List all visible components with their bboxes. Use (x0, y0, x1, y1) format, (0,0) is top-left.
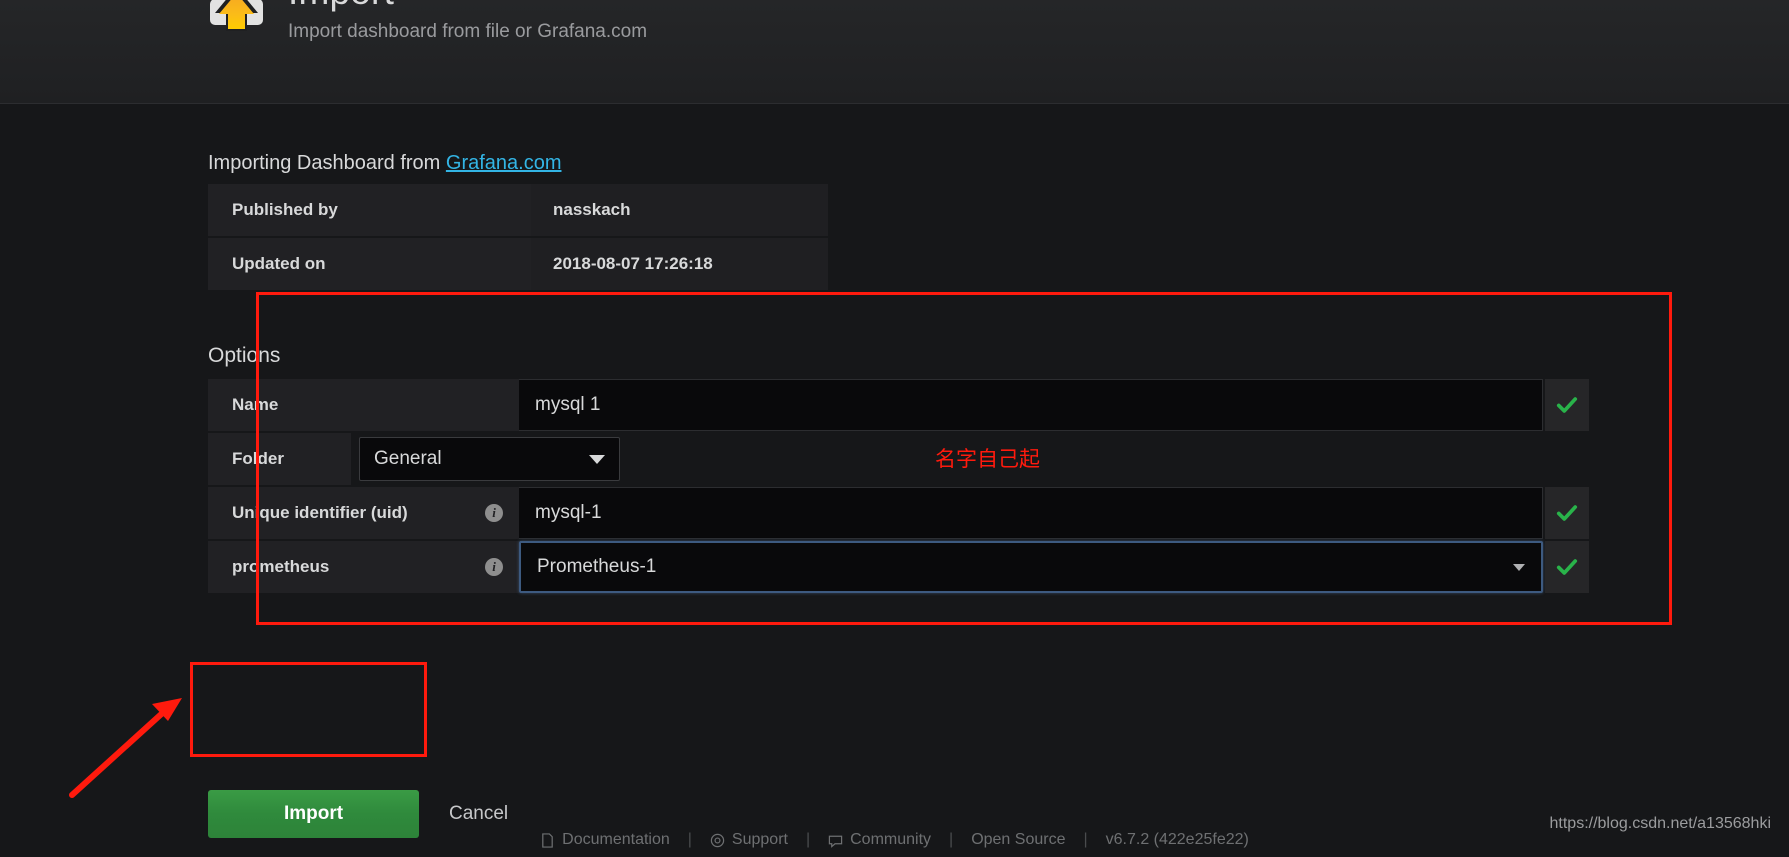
info-value-published-by: nasskach (531, 184, 828, 238)
name-label-text: Name (232, 395, 279, 414)
form-row-datasource: prometheus i Prometheus-1 (208, 541, 1589, 593)
folder-label-text: Folder (232, 449, 284, 468)
table-row: Updated on 2018-08-07 17:26:18 (208, 238, 828, 292)
footer-link-community[interactable]: Community (850, 831, 931, 849)
info-key-updated-on: Updated on (208, 238, 531, 292)
cancel-button[interactable]: Cancel (449, 803, 508, 825)
annotation-chinese-note: 名字自己起 (935, 447, 1040, 471)
check-icon (1556, 505, 1578, 521)
dashboard-upload-icon (206, 0, 268, 45)
uid-input[interactable]: mysql-1 (519, 487, 1543, 539)
datasource-label: prometheus i (208, 541, 519, 593)
table-row: Published by nasskach (208, 184, 828, 238)
import-options-form: Name mysql 1 Folder General Unique ident… (208, 379, 1589, 595)
folder-label: Folder (208, 433, 351, 485)
footer-item-open-source[interactable]: Open Source (953, 831, 1083, 849)
grafana-com-link[interactable]: Grafana.com (446, 152, 562, 174)
footer-link-documentation[interactable]: Documentation (562, 831, 670, 849)
form-row-folder: Folder General (208, 433, 1589, 485)
name-input[interactable]: mysql 1 (519, 379, 1543, 431)
page-header: Import Import dashboard from file or Gra… (0, 0, 1789, 104)
form-row-name: Name mysql 1 (208, 379, 1589, 431)
datasource-select-value: Prometheus-1 (537, 556, 657, 577)
lifebuoy-icon (710, 833, 725, 847)
document-icon (542, 832, 553, 848)
importing-dashboard-line: Importing Dashboard from Grafana.com (208, 152, 562, 175)
uid-input-value: mysql-1 (535, 502, 602, 523)
footer-item-documentation[interactable]: Documentation (522, 831, 688, 849)
info-key-published-by: Published by (208, 184, 531, 238)
header-text-block: Import Import dashboard from file or Gra… (288, 0, 647, 46)
name-label: Name (208, 379, 519, 431)
info-icon[interactable]: i (485, 558, 503, 576)
dashboard-info-table: Published by nasskach Updated on 2018-08… (208, 184, 828, 292)
footer-link-open-source[interactable]: Open Source (971, 831, 1065, 849)
uid-valid-check-button[interactable] (1545, 487, 1589, 539)
info-value-updated-on: 2018-08-07 17:26:18 (531, 238, 828, 292)
datasource-valid-check-button[interactable] (1545, 541, 1589, 593)
check-icon (1556, 397, 1578, 413)
footer-item-community[interactable]: Community (810, 831, 949, 849)
name-valid-check-button[interactable] (1545, 379, 1589, 431)
footer-item-version: v6.7.2 (422e25fe22) (1088, 831, 1267, 849)
chevron-down-icon (589, 454, 605, 464)
footer-link-support[interactable]: Support (732, 831, 788, 849)
annotation-box-import-button (190, 662, 427, 757)
options-heading: Options (208, 344, 281, 367)
annotation-arrow-icon (69, 698, 182, 798)
watermark-text: https://blog.csdn.net/a13568hki (1549, 815, 1772, 832)
folder-select[interactable]: General (359, 437, 620, 481)
footer-item-support[interactable]: Support (692, 831, 806, 849)
info-icon[interactable]: i (485, 504, 503, 522)
page-title: Import (288, 0, 647, 14)
uid-label-text: Unique identifier (uid) (232, 503, 408, 522)
comment-icon (828, 835, 843, 848)
name-input-value: mysql 1 (535, 394, 601, 415)
chevron-down-icon (1513, 563, 1525, 571)
importing-prefix: Importing Dashboard from (208, 152, 446, 174)
header-content: Import Import dashboard from file or Gra… (206, 0, 647, 46)
uid-label: Unique identifier (uid) i (208, 487, 519, 539)
page-footer: Documentation | Support | Community | Op… (0, 823, 1789, 857)
footer-version-text: v6.7.2 (422e25fe22) (1105, 831, 1249, 848)
folder-select-value: General (374, 448, 442, 469)
form-row-uid: Unique identifier (uid) i mysql-1 (208, 487, 1589, 539)
datasource-label-text: prometheus (232, 557, 330, 576)
datasource-select[interactable]: Prometheus-1 (519, 541, 1543, 593)
page-subtitle: Import dashboard from file or Grafana.co… (288, 21, 648, 42)
check-icon (1556, 559, 1578, 575)
grafana-import-page: Import Import dashboard from file or Gra… (0, 0, 1789, 857)
